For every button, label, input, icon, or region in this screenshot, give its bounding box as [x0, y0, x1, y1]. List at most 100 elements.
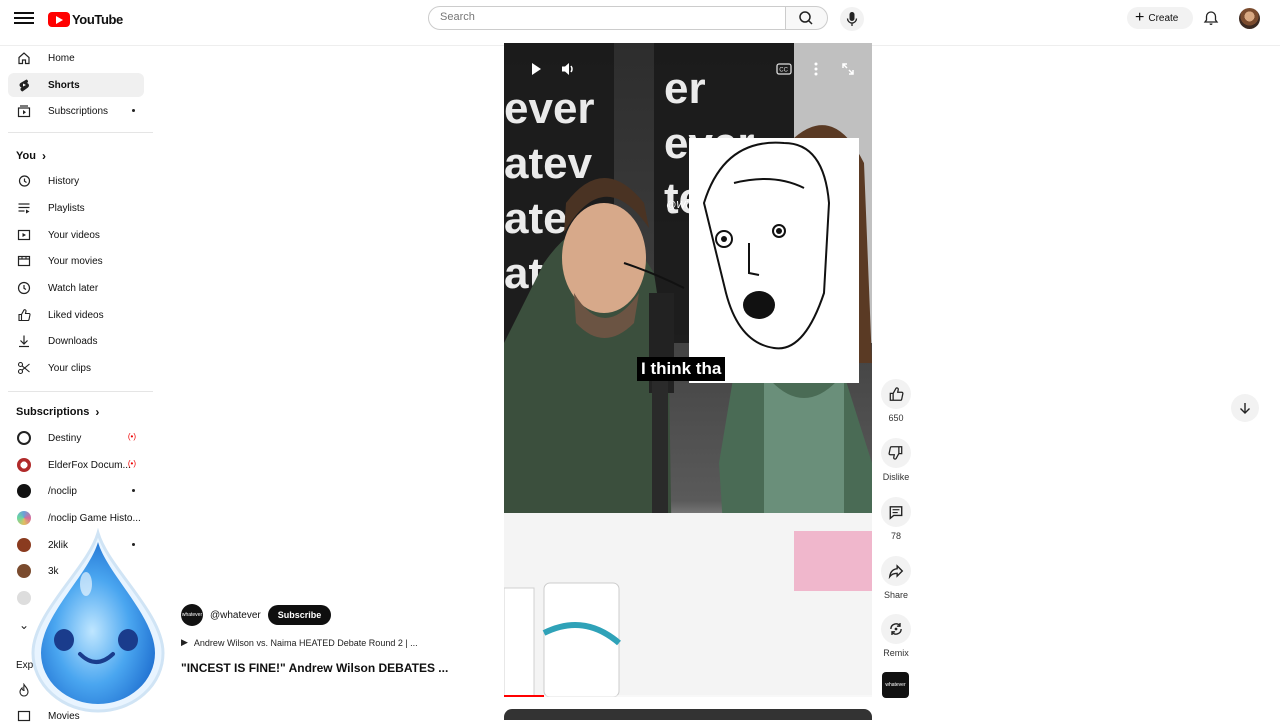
share-button[interactable]: [881, 556, 911, 586]
sidebar-item-subscriptions[interactable]: Subscriptions: [8, 99, 144, 123]
new-content-dot: [132, 109, 135, 112]
progress-fill: [504, 695, 544, 697]
subscriptions-header-label: Subscriptions: [16, 406, 90, 418]
create-label: Create: [1148, 12, 1179, 24]
sidebar-item-history[interactable]: History: [8, 169, 144, 193]
sidebar-item-playlists[interactable]: Playlists: [8, 196, 144, 220]
subscription-item-noclip[interactable]: /noclip: [8, 479, 144, 503]
channel-avatar[interactable]: whatever: [181, 604, 203, 626]
sidebar-item-liked-videos[interactable]: Liked videos: [8, 303, 144, 327]
home-icon: [17, 51, 31, 65]
subscription-item-elderfox[interactable]: ElderFox Docum... (•): [8, 453, 144, 477]
subscribe-button[interactable]: Subscribe: [267, 605, 332, 625]
you-header-label: You: [16, 150, 36, 162]
related-video-link[interactable]: ▶ Andrew Wilson vs. Naima HEATED Debate …: [181, 637, 471, 648]
subscriptions-section-header[interactable]: Subscriptions ›: [16, 405, 99, 419]
more-options-button[interactable]: [804, 57, 828, 81]
sidebar-item-shorts[interactable]: Shorts: [8, 73, 144, 97]
sidebar-item-label: Your videos: [48, 229, 100, 241]
sidebar-item-your-movies[interactable]: Your movies: [8, 249, 144, 273]
live-badge: (•): [127, 432, 136, 441]
like-button[interactable]: [881, 379, 911, 409]
remix-icon: [890, 623, 902, 635]
clock-icon: [17, 281, 31, 295]
sidebar-item-label: Playlists: [48, 202, 85, 214]
search-input[interactable]: Search: [428, 6, 786, 30]
dislike-button[interactable]: [881, 438, 911, 468]
sidebar-item-label: Home: [48, 52, 75, 64]
shorts-video-player[interactable]: everatevateate erevertev: [504, 43, 872, 697]
sidebar-item-watch-later[interactable]: Watch later: [8, 276, 144, 300]
divider: [8, 132, 153, 133]
dislike-label: Dislike: [882, 472, 910, 482]
dislike-action: Dislike: [881, 438, 911, 482]
channel-avatar: [17, 484, 31, 498]
share-label: Share: [883, 590, 909, 600]
sidebar-item-label: Your clips: [48, 362, 91, 374]
history-icon: [17, 174, 31, 188]
hamburger-menu-icon[interactable]: [14, 9, 34, 29]
play-icon: [532, 63, 541, 75]
sidebar-item-home[interactable]: Home: [8, 46, 144, 70]
sidebar-item-label: Downloads: [48, 335, 98, 347]
sidebar-item-downloads[interactable]: Downloads: [8, 329, 144, 353]
channel-thumbnail-button[interactable]: whatever: [882, 672, 909, 698]
remix-button[interactable]: [881, 614, 911, 644]
create-button[interactable]: + Create: [1127, 7, 1193, 29]
account-avatar[interactable]: [1239, 8, 1260, 29]
comments-button[interactable]: [881, 497, 911, 527]
channel-handle[interactable]: @whatever: [210, 610, 261, 621]
search-icon: [799, 11, 813, 25]
movies-icon: [17, 254, 31, 268]
video-title[interactable]: "INCEST IS FINE!" Andrew Wilson DEBATES …: [181, 661, 471, 675]
download-icon: [17, 334, 31, 348]
droplet-mascot-overlay: [28, 527, 168, 713]
volume-icon: [562, 63, 573, 75]
sidebar-item-your-videos[interactable]: Your videos: [8, 223, 144, 247]
divider: [8, 391, 153, 392]
subscriptions-icon: [17, 104, 31, 118]
voice-search-button[interactable]: [840, 7, 864, 31]
thumbs-up-icon: [17, 308, 31, 322]
you-section-header[interactable]: You ›: [16, 149, 46, 163]
channel-avatar: [17, 431, 31, 445]
channel-avatar: [17, 511, 31, 525]
arrow-down-icon: [1240, 403, 1250, 414]
comment-icon: [889, 506, 903, 520]
search-button[interactable]: [785, 6, 828, 30]
subscription-item-noclip-game-history[interactable]: /noclip Game Histo...: [8, 506, 144, 530]
channel-row: whatever @whatever Subscribe: [181, 603, 471, 627]
chevron-right-icon: ›: [95, 405, 100, 419]
like-action: 650: [881, 379, 911, 423]
sidebar-item-label: Liked videos: [48, 309, 104, 321]
video-watermark: @Wh: [666, 200, 692, 211]
sidebar-item-label: /noclip Game Histo...: [48, 512, 141, 524]
play-pause-button[interactable]: [524, 57, 548, 81]
video-caption: I think tha: [637, 357, 726, 381]
top-bar: YouTube Search + Create: [0, 0, 1280, 46]
next-short-preview[interactable]: [504, 709, 872, 720]
sidebar-item-label: Shorts: [48, 79, 80, 91]
logo-text: YouTube: [72, 11, 123, 27]
captions-button[interactable]: CC: [772, 57, 796, 81]
sidebar-item-label: Destiny: [48, 432, 82, 444]
next-video-button[interactable]: [1231, 394, 1259, 422]
subscription-item-destiny[interactable]: Destiny (•): [8, 426, 144, 450]
shorts-icon: [17, 78, 31, 92]
like-count: 650: [888, 413, 904, 423]
related-video-title: Andrew Wilson vs. Naima HEATED Debate Ro…: [193, 637, 418, 648]
volume-button[interactable]: [556, 57, 580, 81]
closed-captions-icon: CC: [776, 63, 792, 75]
live-badge: (•): [127, 459, 136, 468]
remix-action: Remix: [881, 614, 911, 658]
youtube-logo[interactable]: YouTube: [48, 11, 123, 27]
fullscreen-button[interactable]: [836, 57, 860, 81]
sidebar-item-label: ElderFox Docum...: [48, 459, 131, 471]
new-content-dot: [132, 489, 135, 492]
sidebar-item-label: Your movies: [48, 255, 103, 267]
notifications-bell-icon[interactable]: [1202, 9, 1220, 27]
share-action: Share: [881, 556, 911, 600]
svg-text:CC: CC: [779, 68, 788, 74]
video-progress-bar[interactable]: [504, 695, 872, 697]
sidebar-item-your-clips[interactable]: Your clips: [8, 356, 144, 380]
